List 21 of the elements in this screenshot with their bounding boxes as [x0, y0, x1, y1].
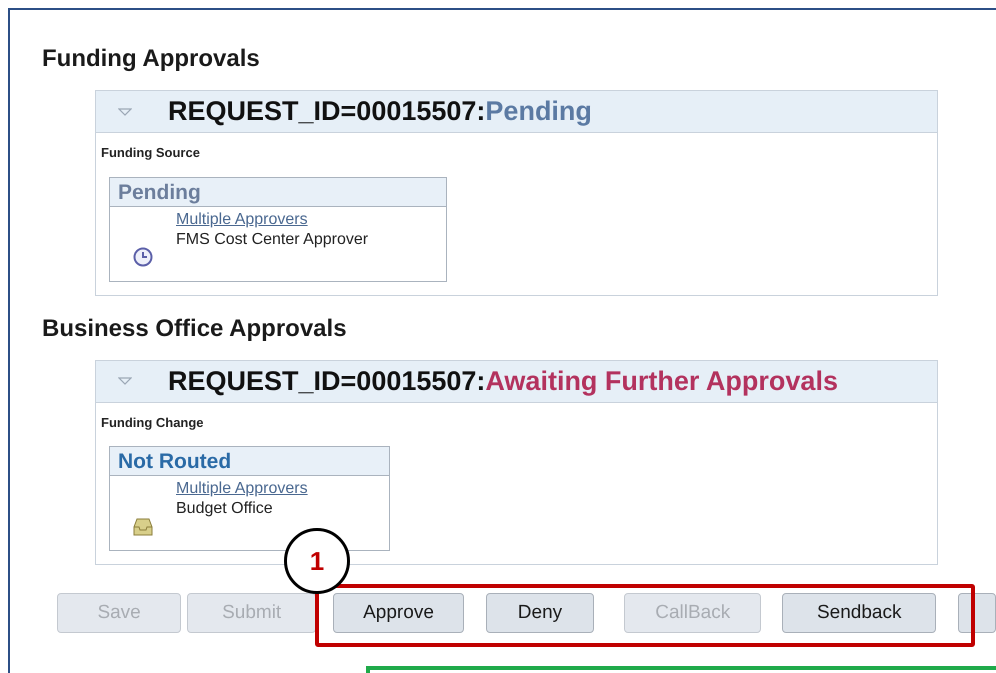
approvers-link[interactable]: Multiple Approvers: [176, 478, 308, 500]
group-label: Funding Source: [101, 144, 201, 162]
request-id: REQUEST_ID=00015507:: [168, 366, 486, 396]
section-heading: Funding Approvals: [42, 44, 261, 74]
approver-role: FMS Cost Center Approver: [176, 230, 368, 248]
action-button[interactable]: Sendback: [782, 593, 936, 633]
group-label: Funding Change: [101, 414, 205, 432]
request-status: Pending: [485, 96, 592, 126]
request-status: Awaiting Further Approvals: [485, 366, 838, 396]
request-id: REQUEST_ID=00015507:: [168, 96, 486, 126]
step-status: Pending: [110, 178, 446, 206]
approver-role: Budget Office: [176, 500, 273, 518]
collapse-icon: [118, 108, 132, 116]
action-button[interactable]: Approve: [333, 593, 464, 633]
action-button[interactable]: Deny: [486, 593, 594, 633]
section-heading: Business Office Approvals: [42, 314, 348, 344]
clock-icon: [133, 246, 153, 266]
approvers-link[interactable]: Multiple Approvers: [176, 208, 308, 230]
collapse-icon: [118, 377, 132, 385]
tray-icon: [133, 518, 153, 536]
step-status: Not Routed: [110, 447, 389, 476]
